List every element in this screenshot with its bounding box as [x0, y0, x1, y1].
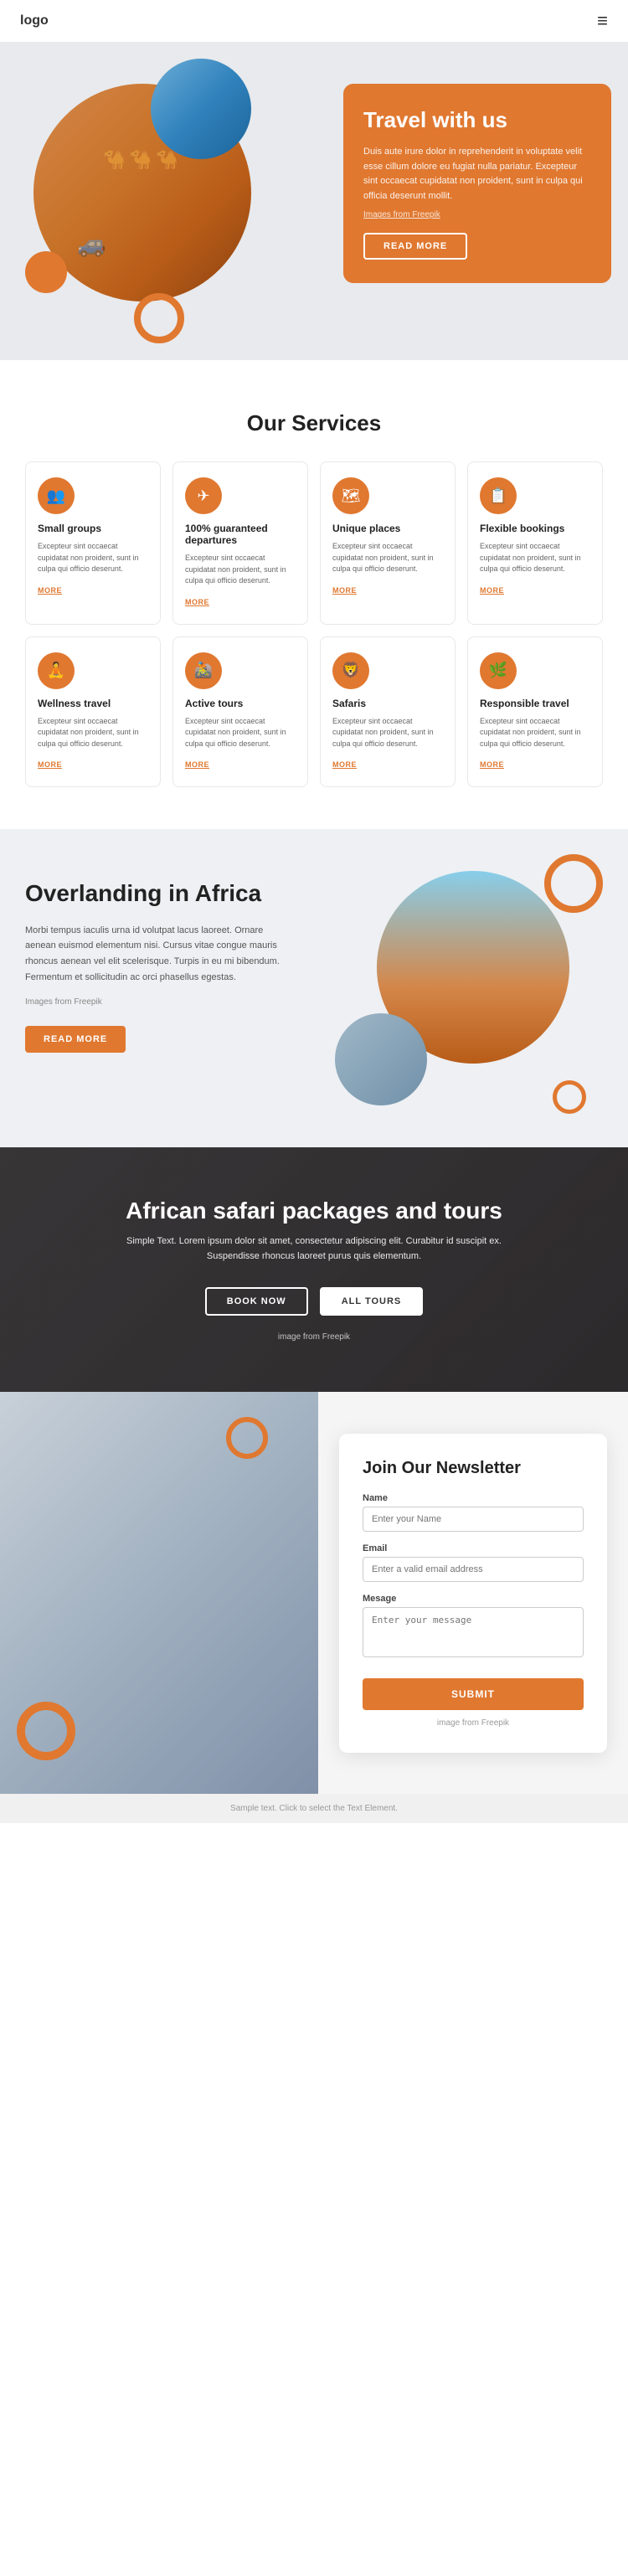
- services-section: Our Services 👥 Small groups Excepteur si…: [0, 360, 628, 829]
- newsletter-image-credit: image from Freepik: [363, 1718, 584, 1728]
- service-title-3: Flexible bookings: [480, 523, 590, 534]
- service-more-6[interactable]: MORE: [332, 760, 357, 769]
- service-card-responsible: 🌿 Responsible travel Excepteur sint occa…: [467, 636, 603, 788]
- book-now-button[interactable]: BOOK NOW: [205, 1287, 308, 1316]
- suv-silhouette: 🚙: [77, 230, 106, 258]
- overlanding-title: Overlanding in Africa: [25, 879, 293, 908]
- service-desc-4: Excepteur sint occaecat cupidatat non pr…: [38, 716, 148, 750]
- header: logo ≡: [0, 0, 628, 42]
- name-form-group: Name: [363, 1493, 584, 1532]
- hero-circles: 🐪🐪🐪 🚙: [17, 59, 285, 343]
- service-title-4: Wellness travel: [38, 698, 148, 709]
- hero-filled-circle: [25, 251, 67, 293]
- overlanding-section: Overlanding in Africa Morbi tempus iacul…: [0, 829, 628, 1147]
- message-label: Mesage: [363, 1594, 584, 1604]
- service-desc-3: Excepteur sint occaecat cupidatat non pr…: [480, 541, 590, 575]
- safari-section: African safari packages and tours Simple…: [0, 1147, 628, 1392]
- hero-content-card: Travel with us Duis aute irure dolor in …: [343, 84, 611, 283]
- hero-section: 🐪🐪🐪 🚙 Travel with us Duis aute irure dol…: [0, 42, 628, 360]
- overlanding-small-circle: [335, 1013, 427, 1105]
- email-label: Email: [363, 1543, 584, 1553]
- message-textarea[interactable]: [363, 1607, 584, 1657]
- service-icon-safari: 🦁: [332, 652, 369, 689]
- service-icon-wellness: 🧘: [38, 652, 75, 689]
- safari-description: Simple Text. Lorem ipsum dolor sit amet,…: [105, 1234, 523, 1264]
- service-more-7[interactable]: MORE: [480, 760, 504, 769]
- service-desc-0: Excepteur sint occaecat cupidatat non pr…: [38, 541, 148, 575]
- overlanding-images: [327, 854, 611, 1122]
- hero-read-more-button[interactable]: READ MORE: [363, 233, 467, 260]
- service-desc-6: Excepteur sint occaecat cupidatat non pr…: [332, 716, 443, 750]
- submit-button[interactable]: SUBMIT: [363, 1678, 584, 1710]
- service-card-flexible: 📋 Flexible bookings Excepteur sint occae…: [467, 461, 603, 625]
- service-more-3[interactable]: MORE: [480, 586, 504, 595]
- safari-image-credit: image from Freepik: [278, 1332, 350, 1342]
- service-more-5[interactable]: MORE: [185, 760, 209, 769]
- overlanding-image-credit: Images from Freepik: [25, 995, 293, 1009]
- overlanding-description: Morbi tempus iaculis urna id volutpat la…: [25, 923, 293, 986]
- services-grid: 👥 Small groups Excepteur sint occaecat c…: [25, 461, 603, 787]
- newsletter-card: Join Our Newsletter Name Email Mesage SU…: [339, 1434, 607, 1753]
- safari-buttons: BOOK NOW ALL TOURS: [205, 1287, 424, 1316]
- newsletter-circle-small: [226, 1417, 268, 1459]
- service-icon-places: 🗺: [332, 477, 369, 514]
- services-title: Our Services: [25, 410, 603, 436]
- footer: Sample text. Click to select the Text El…: [0, 1794, 628, 1823]
- message-form-group: Mesage: [363, 1594, 584, 1662]
- service-title-5: Active tours: [185, 698, 296, 709]
- service-desc-5: Excepteur sint occaecat cupidatat non pr…: [185, 716, 296, 750]
- service-card-unique: 🗺 Unique places Excepteur sint occaecat …: [320, 461, 456, 625]
- name-label: Name: [363, 1493, 584, 1503]
- overlanding-text: Overlanding in Africa Morbi tempus iacul…: [25, 879, 310, 1053]
- hamburger-icon[interactable]: ≡: [597, 10, 608, 32]
- service-card-guaranteed: ✈ 100% guaranteed departures Excepteur s…: [172, 461, 308, 625]
- service-icon-groups: 👥: [38, 477, 75, 514]
- service-card-safaris: 🦁 Safaris Excepteur sint occaecat cupida…: [320, 636, 456, 788]
- hero-description: Duis aute irure dolor in reprehenderit i…: [363, 145, 591, 204]
- service-card-active: 🚵 Active tours Excepteur sint occaecat c…: [172, 636, 308, 788]
- overlanding-outline-circle-bottom: [553, 1080, 586, 1114]
- hero-image-credit[interactable]: Images from Freepik: [363, 210, 591, 219]
- service-icon-active: 🚵: [185, 652, 222, 689]
- service-desc-7: Excepteur sint occaecat cupidatat non pr…: [480, 716, 590, 750]
- camel-silhouette: 🐪🐪🐪: [103, 149, 182, 171]
- newsletter-circle-outline: [17, 1702, 75, 1760]
- service-title-7: Responsible travel: [480, 698, 590, 709]
- newsletter-title: Join Our Newsletter: [363, 1459, 584, 1478]
- service-card-wellness: 🧘 Wellness travel Excepteur sint occaeca…: [25, 636, 161, 788]
- email-input[interactable]: [363, 1557, 584, 1582]
- hero-title: Travel with us: [363, 107, 591, 133]
- service-title-2: Unique places: [332, 523, 443, 534]
- service-more-1[interactable]: MORE: [185, 598, 209, 606]
- service-icon-departures: ✈: [185, 477, 222, 514]
- service-desc-1: Excepteur sint occaecat cupidatat non pr…: [185, 553, 296, 587]
- service-icon-bookings: 📋: [480, 477, 517, 514]
- safari-title: African safari packages and tours: [126, 1198, 502, 1224]
- service-more-0[interactable]: MORE: [38, 586, 62, 595]
- name-input[interactable]: [363, 1507, 584, 1532]
- email-form-group: Email: [363, 1543, 584, 1582]
- hero-top-circle: [151, 59, 251, 159]
- newsletter-form-container: Join Our Newsletter Name Email Mesage SU…: [318, 1392, 628, 1794]
- service-more-2[interactable]: MORE: [332, 586, 357, 595]
- hero-outline-circle: [134, 293, 184, 343]
- service-icon-responsible: 🌿: [480, 652, 517, 689]
- service-more-4[interactable]: MORE: [38, 760, 62, 769]
- service-title-6: Safaris: [332, 698, 443, 709]
- footer-note: Sample text. Click to select the Text El…: [230, 1804, 398, 1813]
- newsletter-section: Join Our Newsletter Name Email Mesage SU…: [0, 1392, 628, 1794]
- overlanding-outline-circle-top: [544, 854, 603, 913]
- all-tours-button[interactable]: ALL TOURS: [320, 1287, 424, 1316]
- overlanding-read-more-button[interactable]: READ MORE: [25, 1026, 126, 1053]
- service-desc-2: Excepteur sint occaecat cupidatat non pr…: [332, 541, 443, 575]
- service-title-0: Small groups: [38, 523, 148, 534]
- service-title-1: 100% guaranteed departures: [185, 523, 296, 546]
- newsletter-image: [0, 1392, 318, 1794]
- logo: logo: [20, 13, 49, 28]
- service-card-small-groups: 👥 Small groups Excepteur sint occaecat c…: [25, 461, 161, 625]
